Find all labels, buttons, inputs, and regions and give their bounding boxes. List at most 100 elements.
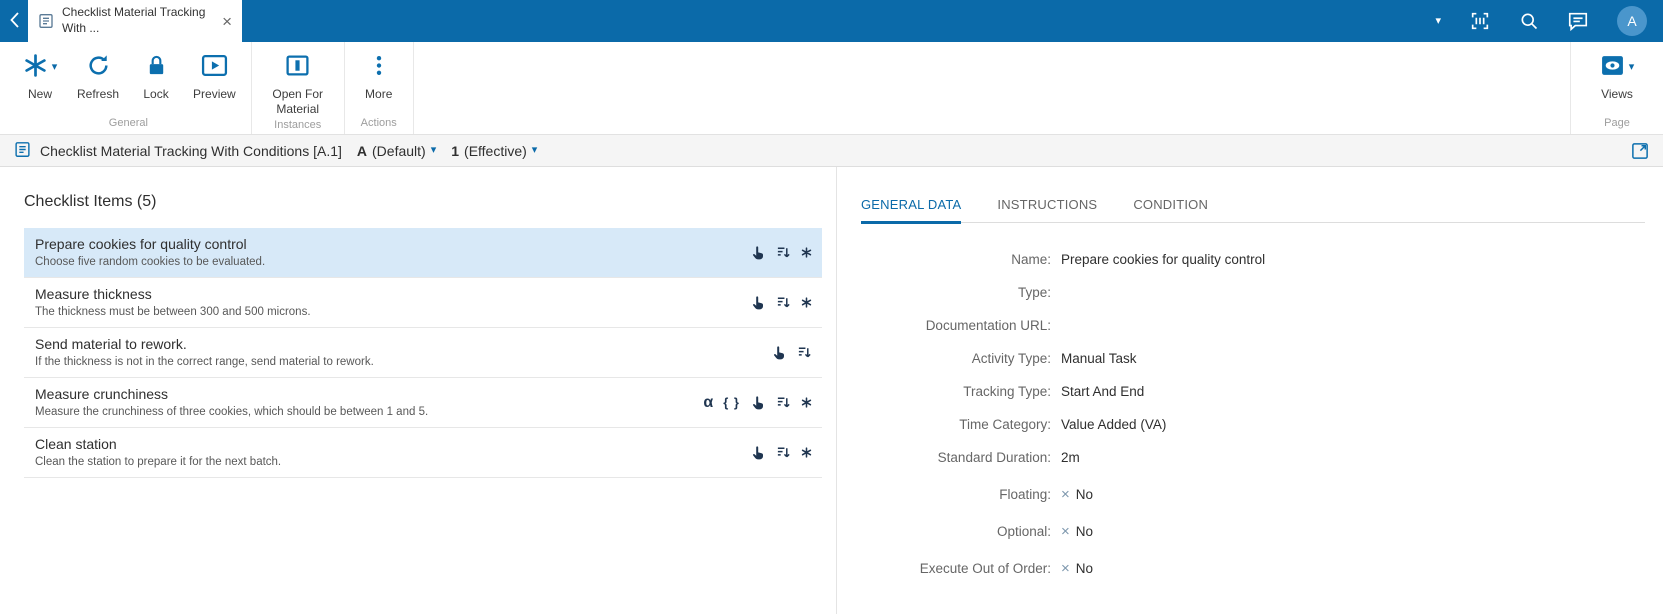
field-label: Name: — [1011, 251, 1051, 267]
checklist-item-subtitle: Clean the station to prepare it for the … — [35, 456, 282, 468]
version-selector[interactable]: A (Default) ▾ — [357, 143, 436, 159]
checklist-item-measure-thickness[interactable]: Measure thickness The thickness must be … — [24, 278, 822, 328]
checklist-item-title: Prepare cookies for quality control — [35, 236, 247, 252]
required-asterisk-icon — [801, 397, 812, 408]
version-caret-icon: ▾ — [430, 144, 437, 156]
parameters-braces-icon: { } — [723, 395, 740, 410]
breadcrumb: Checklist Material Tracking With Conditi… — [0, 135, 1663, 167]
field-value: Start And End — [1061, 383, 1145, 399]
topbar-dropdown-caret-icon[interactable]: ▾ — [1435, 15, 1441, 27]
ribbon-group-label-general: General — [108, 117, 148, 129]
field-tracking-type: Tracking Type: Start And End — [861, 382, 1645, 400]
no-x-icon: × — [1061, 485, 1070, 503]
field-execute-out-of-order: Execute Out of Order: × No — [861, 559, 1645, 577]
new-asterisk-icon — [23, 53, 48, 81]
required-asterisk-icon — [801, 297, 812, 308]
version-key: A — [356, 142, 368, 159]
ribbon-group-page: ▾ Views Page — [1570, 42, 1663, 134]
field-value: × No — [1061, 561, 1093, 576]
data-collection-alpha-icon: α — [703, 393, 714, 411]
ribbon-group-instances: Open For Material Instances — [252, 42, 345, 134]
general-data-form: Name: Prepare cookies for quality contro… — [861, 250, 1645, 577]
checklist-item-prepare-cookies[interactable]: Prepare cookies for quality control Choo… — [24, 228, 822, 278]
views-dropdown-caret-icon: ▾ — [1628, 60, 1635, 73]
views-button[interactable]: ▾ Views — [1591, 47, 1643, 102]
checklist-item-subtitle: Measure the crunchiness of three cookies… — [35, 406, 429, 418]
checklist-item-subtitle: The thickness must be between 300 and 50… — [35, 306, 311, 318]
checklist-items-panel: Checklist Items (5) Prepare cookies for … — [0, 167, 836, 614]
manual-task-hand-icon — [771, 345, 787, 361]
field-label: Type: — [1017, 284, 1051, 300]
sequence-order-icon — [797, 345, 812, 360]
open-in-panel-icon[interactable] — [1631, 142, 1649, 160]
sequence-order-icon — [776, 445, 791, 460]
field-label: Time Category: — [959, 416, 1051, 432]
tab-condition[interactable]: CONDITION — [1133, 197, 1208, 224]
tab-general-data[interactable]: GENERAL DATA — [861, 197, 962, 224]
checklist-item-subtitle: Choose five random cookies to be evaluat… — [35, 256, 266, 268]
checklist-item-clean-station[interactable]: Clean station Clean the station to prepa… — [24, 428, 822, 478]
checklist-item-send-rework[interactable]: Send material to rework. If the thicknes… — [24, 328, 822, 378]
field-value: × No — [1061, 487, 1093, 502]
revision-caret-icon: ▾ — [531, 144, 538, 156]
ribbon-group-label-actions: Actions — [360, 117, 397, 129]
document-tab-title: Checklist Material Tracking With ... — [62, 5, 206, 35]
checklist-item-measure-crunchiness[interactable]: Measure crunchiness Measure the crunchin… — [24, 378, 822, 428]
back-button[interactable] — [0, 0, 28, 42]
top-bar: Checklist Material Tracking With ... × ▾… — [0, 0, 1663, 42]
field-activity-type: Activity Type: Manual Task — [861, 349, 1645, 367]
manual-task-hand-icon — [750, 295, 766, 311]
details-panel: GENERAL DATA INSTRUCTIONS CONDITION Name… — [836, 167, 1663, 614]
preview-button[interactable]: Preview — [186, 47, 243, 102]
field-label: Activity Type: — [971, 350, 1051, 366]
field-value: Value Added (VA) — [1061, 416, 1167, 432]
breadcrumb-title: Checklist Material Tracking With Conditi… — [40, 142, 342, 159]
field-value-text: No — [1075, 523, 1094, 539]
required-asterisk-icon — [801, 447, 812, 458]
field-value: Manual Task — [1061, 350, 1137, 366]
checklist-items-heading: Checklist Items (5) — [24, 193, 157, 210]
new-button[interactable]: ▾ New — [14, 47, 66, 102]
field-standard-duration: Standard Duration: 2m — [861, 448, 1645, 466]
lock-icon — [145, 53, 168, 81]
refresh-icon — [86, 53, 111, 81]
user-avatar[interactable]: A — [1617, 6, 1647, 36]
checklist-item-title: Send material to rework. — [35, 336, 187, 352]
sequence-order-icon — [776, 245, 791, 260]
field-optional: Optional: × No — [861, 522, 1645, 540]
preview-button-label: Preview — [193, 87, 236, 101]
details-tabs: GENERAL DATA INSTRUCTIONS CONDITION — [861, 197, 1645, 224]
scan-barcode-icon[interactable] — [1469, 10, 1491, 32]
revision-selector[interactable]: 1 (Effective) ▾ — [451, 143, 537, 159]
field-label: Floating: — [999, 486, 1051, 502]
open-for-material-button[interactable]: Open For Material — [260, 47, 336, 117]
back-chevron-icon — [9, 11, 19, 31]
lock-button[interactable]: Lock — [130, 47, 182, 102]
field-value-text: No — [1075, 560, 1094, 576]
checklist-item-title: Measure crunchiness — [35, 386, 169, 402]
close-tab-icon[interactable]: × — [220, 13, 234, 30]
more-button[interactable]: More — [353, 47, 405, 102]
open-for-material-icon — [285, 53, 310, 81]
search-icon[interactable] — [1519, 11, 1539, 31]
field-label: Standard Duration: — [937, 449, 1051, 465]
checklist-document-icon — [38, 13, 54, 29]
document-tab[interactable]: Checklist Material Tracking With ... × — [28, 0, 242, 42]
sequence-order-icon — [776, 295, 791, 310]
field-floating: Floating: × No — [861, 485, 1645, 503]
tab-instructions[interactable]: INSTRUCTIONS — [997, 197, 1097, 224]
field-type: Type: — [861, 283, 1645, 301]
ribbon-group-actions: More Actions — [345, 42, 414, 134]
field-label: Optional: — [996, 523, 1051, 539]
sequence-order-icon — [776, 395, 791, 410]
checklist-items-list: Prepare cookies for quality control Choo… — [24, 228, 822, 478]
field-documentation-url: Documentation URL: — [861, 316, 1645, 334]
manual-task-hand-icon — [750, 245, 766, 261]
field-name: Name: Prepare cookies for quality contro… — [861, 250, 1645, 268]
no-x-icon: × — [1061, 522, 1070, 540]
chat-icon[interactable] — [1567, 10, 1589, 32]
field-value-text: No — [1075, 486, 1094, 502]
open-for-material-button-label: Open For Material — [272, 87, 324, 116]
refresh-button[interactable]: Refresh — [70, 47, 126, 102]
views-eye-icon — [1600, 53, 1625, 81]
